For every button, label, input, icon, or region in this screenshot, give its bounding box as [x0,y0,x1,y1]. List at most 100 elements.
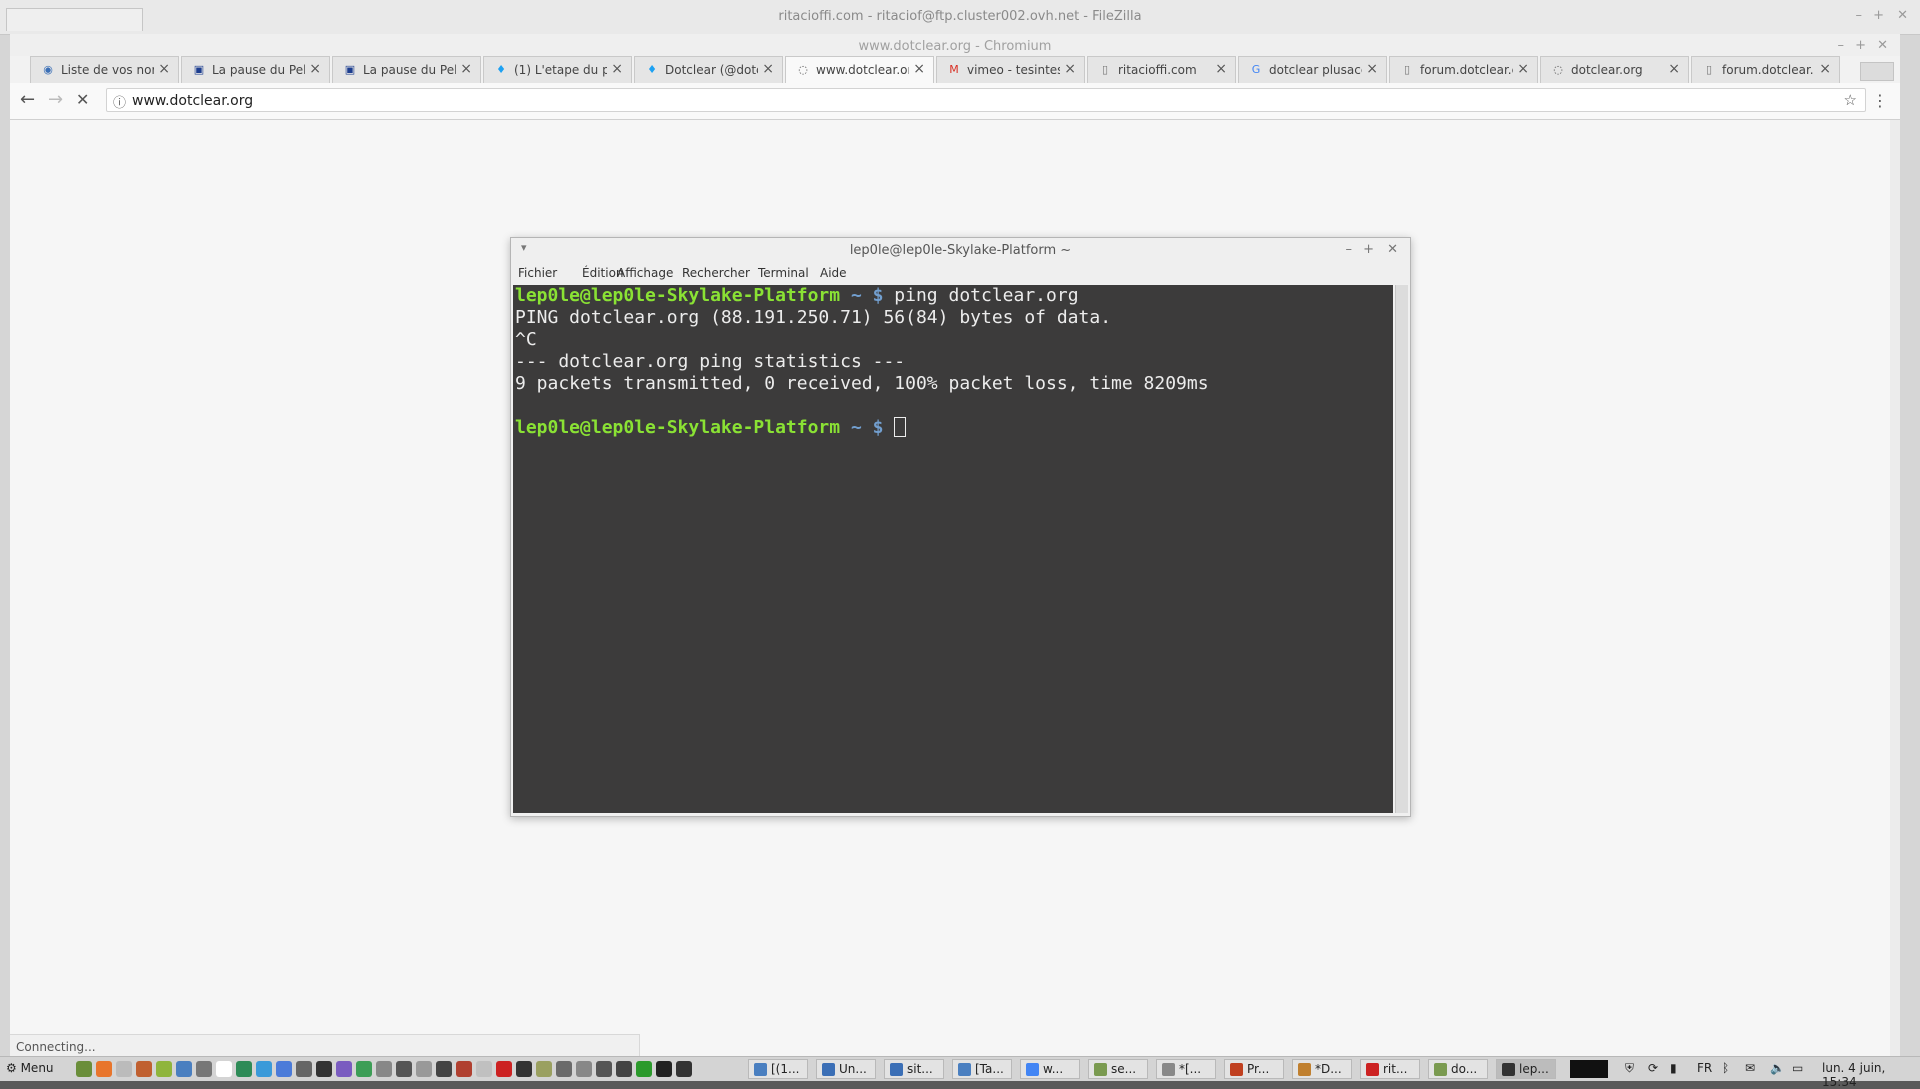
launcher-icon[interactable] [416,1061,432,1077]
launcher-icon[interactable] [216,1061,232,1077]
update-icon[interactable]: ⟳ [1648,1061,1658,1075]
launcher-icon[interactable] [436,1061,452,1077]
browser-tab[interactable]: ◌ dotclear.org × [1540,56,1689,83]
terminal-close-button[interactable]: ✕ [1387,242,1398,257]
launcher-icon[interactable] [536,1061,552,1077]
browser-tab[interactable]: ▣ La pause du Pel × [332,56,481,83]
chromium-maximize-button[interactable]: + [1855,38,1866,53]
browser-tab[interactable]: ♦ (1) L'etape du p × [483,56,632,83]
launcher-icon[interactable] [296,1061,312,1077]
filezilla-close-button[interactable]: ✕ [1897,8,1908,23]
launcher-icon[interactable] [376,1061,392,1077]
taskbar-task[interactable]: [Ta... [952,1059,1012,1079]
launcher-icon[interactable] [176,1061,192,1077]
launcher-icon[interactable] [156,1061,172,1077]
launcher-icon[interactable] [236,1061,252,1077]
terminal-maximize-button[interactable]: + [1363,242,1374,257]
network-icon[interactable]: ▮ [1670,1061,1677,1075]
launcher-icon[interactable] [476,1061,492,1077]
launcher-icon[interactable] [456,1061,472,1077]
mail-icon[interactable]: ✉ [1745,1061,1755,1075]
taskbar-task[interactable]: Un... [816,1059,876,1079]
browser-tab[interactable]: ▯ forum.dotclear.c × [1389,56,1538,83]
launcher-icon[interactable] [96,1061,112,1077]
back-arrow-icon[interactable]: ← [20,89,35,110]
launcher-icon[interactable] [636,1061,652,1077]
launcher-icon[interactable] [136,1061,152,1077]
tab-close-icon[interactable]: × [460,61,472,77]
volume-icon[interactable]: 🔈 [1770,1061,1785,1075]
tab-close-icon[interactable]: × [1668,61,1680,77]
browser-tab[interactable]: ▯ ritacioffi.com × [1087,56,1236,83]
filezilla-minimize-button[interactable]: – [1856,8,1863,23]
launcher-icon[interactable] [256,1061,272,1077]
tab-close-icon[interactable]: × [1215,61,1227,77]
taskbar-task[interactable]: sit... [884,1059,944,1079]
launcher-icon[interactable] [336,1061,352,1077]
tab-close-icon[interactable]: × [1819,61,1831,77]
shield-icon[interactable]: ⛨ [1625,1061,1634,1076]
terminal-titlebar[interactable]: ▾ lep0le@lep0le-Skylake-Platform ~ – + ✕ [511,238,1410,262]
keyboard-layout[interactable]: FR [1697,1061,1712,1075]
launcher-icon[interactable] [596,1061,612,1077]
launcher-icon[interactable] [396,1061,412,1077]
terminal-minimize-button[interactable]: – [1346,242,1353,257]
launcher-icon[interactable] [196,1061,212,1077]
taskbar-task[interactable]: lep... [1496,1059,1556,1079]
bookmark-star-icon[interactable]: ☆ [1844,91,1857,109]
active-prompt-line[interactable]: lep0le@lep0le-Skylake-Platform ~ $ [515,417,1391,439]
browser-tab[interactable]: ▯ forum.dotclear. × [1691,56,1840,83]
clock[interactable]: lun. 4 juin, 15:34 [1822,1061,1920,1089]
taskbar-task[interactable]: se... [1088,1059,1148,1079]
launcher-icon[interactable] [676,1061,692,1077]
launcher-icon[interactable] [316,1061,332,1077]
terminal-scrollbar[interactable] [1395,285,1408,813]
launcher-icon[interactable] [516,1061,532,1077]
launcher-icon[interactable] [616,1061,632,1077]
menu-aide[interactable]: Aide [820,266,847,280]
terminal-output[interactable]: lep0le@lep0le-Skylake-Platform ~ $ ping … [513,285,1393,813]
bluetooth-icon[interactable]: ᛒ [1722,1061,1729,1075]
launcher-icon[interactable] [556,1061,572,1077]
launcher-icon[interactable] [496,1061,512,1077]
page-scrollbar[interactable] [1890,120,1900,1056]
tab-close-icon[interactable]: × [1366,61,1378,77]
tab-close-icon[interactable]: × [762,61,774,77]
launcher-icon[interactable] [276,1061,292,1077]
tab-close-icon[interactable]: × [309,61,321,77]
browser-menu-icon[interactable]: ⋮ [1872,91,1888,110]
launcher-icon[interactable] [116,1061,132,1077]
menu-rechercher[interactable]: Rechercher [682,266,750,280]
start-menu-button[interactable]: ⚙ Menu [6,1061,54,1075]
tab-close-icon[interactable]: × [1064,61,1076,77]
filezilla-maximize-button[interactable]: + [1873,8,1884,23]
tab-close-icon[interactable]: × [158,61,170,77]
battery-icon[interactable]: ▭ [1792,1061,1803,1075]
tab-close-icon[interactable]: × [611,61,623,77]
launcher-icon[interactable] [76,1061,92,1077]
browser-tab[interactable]: ◌ www.dotclear.or × [785,56,934,83]
menu-fichier[interactable]: Fichier [518,266,557,280]
chromium-minimize-button[interactable]: – [1838,38,1845,53]
launcher-icon[interactable] [356,1061,372,1077]
taskbar-task[interactable]: *D... [1292,1059,1352,1079]
taskbar-task[interactable]: rit... [1360,1059,1420,1079]
taskbar-task[interactable]: w... [1020,1059,1080,1079]
taskbar-task[interactable]: [(1... [748,1059,808,1079]
browser-tab[interactable]: ◉ Liste de vos nor × [30,56,179,83]
new-tab-button[interactable] [1860,62,1894,81]
chromium-close-button[interactable]: ✕ [1877,38,1888,53]
launcher-icon[interactable] [656,1061,672,1077]
launcher-icon[interactable] [576,1061,592,1077]
info-icon[interactable]: ⓘ [113,92,126,111]
browser-tab[interactable]: ♦ Dotclear (@dotc × [634,56,783,83]
taskbar-task[interactable]: Pr... [1224,1059,1284,1079]
address-url[interactable]: www.dotclear.org [132,93,253,109]
taskbar-task[interactable]: *[... [1156,1059,1216,1079]
tab-close-icon[interactable]: × [913,61,925,77]
browser-tab[interactable]: Mvimeo - tesintes × [936,56,1085,83]
menu-terminal[interactable]: Terminal [758,266,809,280]
browser-tab[interactable]: ▣ La pause du Pel × [181,56,330,83]
stop-loading-icon[interactable]: ✕ [76,90,89,109]
taskbar-task[interactable]: do... [1428,1059,1488,1079]
